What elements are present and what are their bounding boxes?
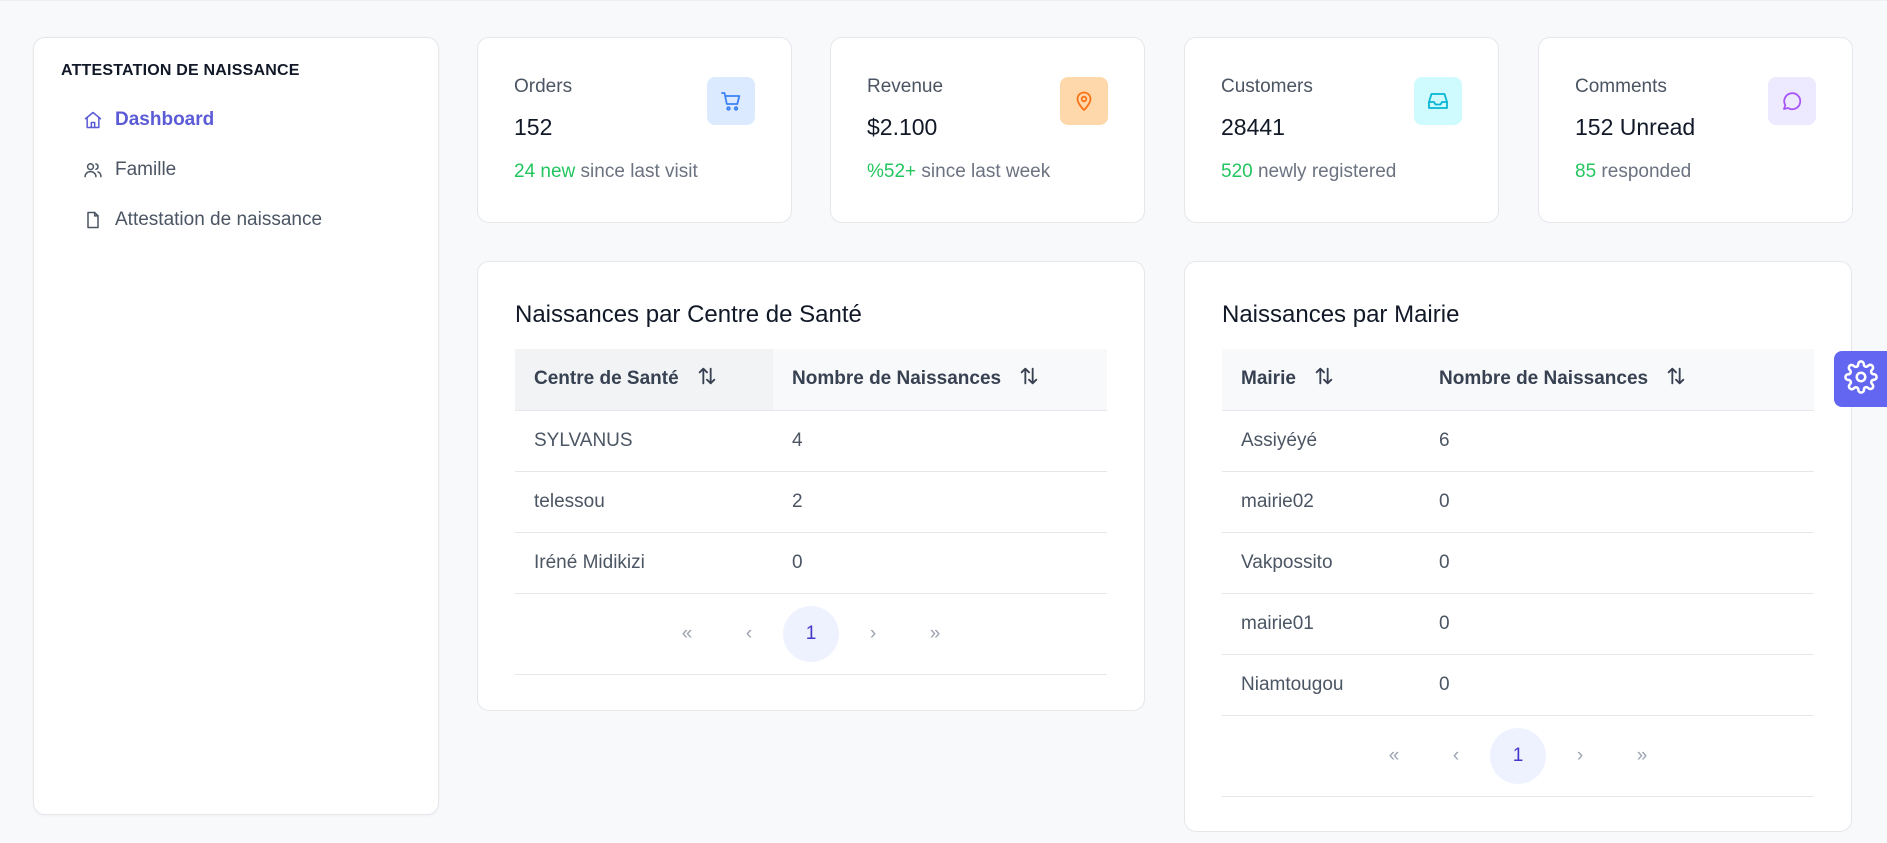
stat-footnote: 85 responded — [1575, 161, 1816, 183]
home-icon — [83, 110, 103, 130]
table-row: mairie01 0 — [1222, 593, 1814, 655]
stat-footnote-text: responded — [1596, 161, 1692, 182]
table-cell: Niamtougou — [1222, 654, 1420, 716]
customers-card: Customers 28441 520 newly registered — [1184, 37, 1499, 223]
table-cell: 0 — [1420, 593, 1814, 655]
table-cell: 0 — [1420, 532, 1814, 594]
last-page-button[interactable]: » — [1614, 728, 1670, 784]
orders-card: Orders 152 24 new since last visit — [477, 37, 792, 223]
next-page-button[interactable]: › — [1552, 728, 1608, 784]
prev-page-button[interactable]: ‹ — [1428, 728, 1484, 784]
sidebar: ATTESTATION DE NAISSANCE Dashboard Famil… — [33, 37, 439, 815]
panel-title: Naissances par Mairie — [1222, 301, 1460, 328]
stat-footnote: 24 new since last visit — [514, 161, 755, 183]
table-row: telessou 2 — [515, 471, 1107, 533]
sidebar-item-label: Attestation de naissance — [115, 209, 323, 230]
table-row: Niamtougou 0 — [1222, 654, 1814, 716]
table-cell: SYLVANUS — [515, 410, 773, 472]
centre-sante-table: Centre de Santé Nombre de Naissances SYL… — [515, 349, 1107, 594]
revenue-card: Revenue $2.100 %52+ since last week — [830, 37, 1145, 223]
table-row: Assiyéyé 6 — [1222, 410, 1814, 472]
page-button-current[interactable]: 1 — [783, 605, 839, 662]
centre-sante-panel: Naissances par Centre de Santé Centre de… — [477, 261, 1145, 711]
table-row: Iréné Midikizi 0 — [515, 532, 1107, 594]
sort-icon[interactable] — [1665, 365, 1687, 393]
column-header-mairie[interactable]: Mairie — [1222, 349, 1420, 411]
comments-card: Comments 152 Unread 85 responded — [1538, 37, 1853, 223]
stat-highlight: 24 new — [514, 161, 576, 182]
last-page-button[interactable]: » — [907, 606, 963, 662]
prev-page-button[interactable]: ‹ — [721, 606, 777, 662]
table-cell: 0 — [1420, 471, 1814, 533]
stat-footnote-text: since last week — [916, 161, 1051, 182]
stat-footnote-text: since last visit — [575, 161, 698, 182]
chat-icon — [1768, 77, 1816, 125]
sidebar-item-dashboard[interactable]: Dashboard — [61, 95, 411, 145]
first-page-button[interactable]: « — [1366, 728, 1422, 784]
first-page-button[interactable]: « — [659, 606, 715, 662]
stat-footnote: %52+ since last week — [867, 161, 1108, 183]
table-cell: 6 — [1420, 410, 1814, 472]
table-cell: mairie02 — [1222, 471, 1420, 533]
panel-title: Naissances par Centre de Santé — [515, 301, 862, 328]
column-header-naissances[interactable]: Nombre de Naissances — [773, 349, 1107, 411]
next-page-button[interactable]: › — [845, 606, 901, 662]
pagination: « ‹ 1 › » — [1222, 716, 1814, 797]
sidebar-item-label: Dashboard — [115, 109, 215, 130]
table-row: Vakpossito 0 — [1222, 532, 1814, 594]
table-cell: telessou — [515, 471, 773, 533]
settings-button[interactable] — [1834, 351, 1887, 407]
sidebar-item-attestation[interactable]: Attestation de naissance — [61, 195, 411, 245]
table-cell: 4 — [773, 410, 1107, 472]
map-pin-icon — [1060, 77, 1108, 125]
stat-highlight: 85 — [1575, 161, 1597, 182]
table-row: SYLVANUS 4 — [515, 410, 1107, 472]
column-header-naissances[interactable]: Nombre de Naissances — [1420, 349, 1814, 411]
table-cell: Iréné Midikizi — [515, 532, 773, 594]
sidebar-brand: ATTESTATION DE NAISSANCE — [61, 62, 300, 79]
table-cell: mairie01 — [1222, 593, 1420, 655]
cart-icon — [707, 77, 755, 125]
column-header-centre[interactable]: Centre de Santé — [515, 349, 773, 411]
inbox-icon — [1414, 77, 1462, 125]
table-cell: 0 — [773, 532, 1107, 594]
sidebar-item-famille[interactable]: Famille — [61, 145, 411, 195]
table-cell: 2 — [773, 471, 1107, 533]
table-cell: 0 — [1420, 654, 1814, 716]
sort-icon[interactable] — [1018, 365, 1040, 393]
stat-footnote: 520 newly registered — [1221, 161, 1462, 183]
stat-footnote-text: newly registered — [1252, 161, 1397, 182]
page-button-current[interactable]: 1 — [1490, 727, 1546, 784]
sort-icon[interactable] — [696, 365, 718, 393]
sort-icon[interactable] — [1313, 365, 1335, 393]
sidebar-item-label: Famille — [115, 159, 177, 180]
pagination: « ‹ 1 › » — [515, 594, 1107, 675]
table-cell: Assiyéyé — [1222, 410, 1420, 472]
stat-highlight: 520 — [1221, 161, 1253, 182]
stat-highlight: %52+ — [867, 161, 917, 182]
users-icon — [83, 160, 103, 180]
table-cell: Vakpossito — [1222, 532, 1420, 594]
file-icon — [83, 210, 103, 230]
table-row: mairie02 0 — [1222, 471, 1814, 533]
mairie-panel: Naissances par Mairie Mairie Nombre de N… — [1184, 261, 1852, 832]
mairie-table: Mairie Nombre de Naissances Assiyéyé 6 m… — [1222, 349, 1814, 716]
gear-icon — [1843, 359, 1878, 399]
